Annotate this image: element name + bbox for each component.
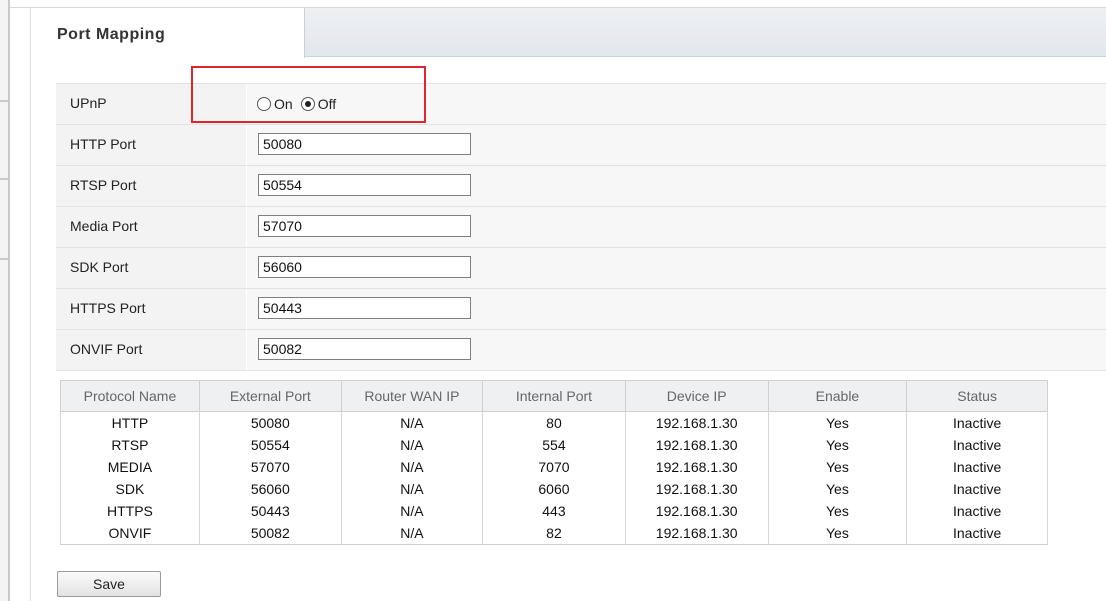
column-header: External Port [198, 380, 342, 412]
sdk-port-input[interactable] [258, 256, 471, 278]
left-tick [0, 258, 8, 260]
column-header: Protocol Name [60, 380, 200, 412]
table-cell: HTTP [60, 411, 200, 434]
table-row: MEDIA 57070 N/A 7070 192.168.1.30 Yes In… [60, 456, 1048, 478]
table-cell: N/A [340, 522, 484, 545]
table-cell: 50443 [198, 500, 342, 522]
table-cell: Yes [767, 434, 908, 456]
table-cell: 192.168.1.30 [624, 434, 769, 456]
column-header: Status [906, 380, 1048, 412]
table-cell: RTSP [60, 434, 200, 456]
port-label-cell: RTSP Port [56, 166, 246, 206]
onvif-port-row: ONVIF Port [56, 329, 1106, 371]
https-port-row: HTTPS Port [56, 288, 1106, 329]
port-value-cell [247, 166, 1106, 206]
table-cell: 192.168.1.30 [624, 500, 769, 522]
table-cell: Yes [767, 522, 908, 545]
table-cell: Yes [767, 478, 908, 500]
port-mapping-table: Protocol Name External Port Router WAN I… [60, 380, 1048, 545]
port-label-cell: ONVIF Port [56, 330, 246, 370]
port-value-cell [247, 125, 1106, 165]
port-value-cell [247, 330, 1106, 370]
port-value-cell [247, 207, 1106, 247]
tab-port-mapping[interactable]: Port Mapping [30, 8, 305, 58]
table-header-row: Protocol Name External Port Router WAN I… [60, 380, 1048, 412]
table-cell: ONVIF [60, 522, 200, 545]
table-cell: 50082 [198, 522, 342, 545]
table-cell: N/A [340, 478, 484, 500]
table-cell: HTTPS [60, 500, 200, 522]
rtsp-port-input[interactable] [258, 174, 471, 196]
upnp-label: UPnP [70, 95, 107, 111]
onvif-port-input[interactable] [258, 338, 471, 360]
rtsp-port-label: RTSP Port [70, 177, 137, 193]
table-row: RTSP 50554 N/A 554 192.168.1.30 Yes Inac… [60, 434, 1048, 456]
rtsp-port-row: RTSP Port [56, 165, 1106, 206]
table-cell: Inactive [906, 478, 1048, 500]
left-tick [0, 100, 8, 102]
table-cell: Inactive [906, 500, 1048, 522]
port-label-cell: HTTP Port [56, 125, 246, 165]
http-port-input[interactable] [258, 133, 471, 155]
https-port-input[interactable] [258, 297, 471, 319]
media-port-input[interactable] [258, 215, 471, 237]
column-header: Internal Port [482, 380, 626, 412]
table-row: HTTPS 50443 N/A 443 192.168.1.30 Yes Ina… [60, 500, 1048, 522]
table-cell: 6060 [482, 478, 626, 500]
column-header: Enable [767, 380, 908, 412]
column-header: Device IP [624, 380, 769, 412]
table-cell: N/A [340, 500, 484, 522]
table-cell: 554 [482, 434, 626, 456]
table-cell: 56060 [198, 478, 342, 500]
table-cell: Inactive [906, 434, 1048, 456]
media-port-row: Media Port [56, 206, 1106, 247]
table-cell: Yes [767, 456, 908, 478]
table-cell: SDK [60, 478, 200, 500]
table-cell: MEDIA [60, 456, 200, 478]
table-cell: 192.168.1.30 [624, 456, 769, 478]
table-row: ONVIF 50082 N/A 82 192.168.1.30 Yes Inac… [60, 522, 1048, 545]
table-cell: 57070 [198, 456, 342, 478]
left-tick [0, 178, 8, 180]
tab-label: Port Mapping [57, 26, 166, 43]
table-cell: 50080 [198, 411, 342, 434]
table-cell: Yes [767, 500, 908, 522]
table-cell: 192.168.1.30 [624, 522, 769, 545]
table-cell: Inactive [906, 411, 1048, 434]
table-cell: N/A [340, 411, 484, 434]
table-cell: 192.168.1.30 [624, 478, 769, 500]
http-port-row: HTTP Port [56, 124, 1106, 165]
http-port-label: HTTP Port [70, 136, 136, 152]
onvif-port-label: ONVIF Port [70, 341, 143, 357]
table-cell: N/A [340, 456, 484, 478]
table-cell: Inactive [906, 522, 1048, 545]
table-cell: 7070 [482, 456, 626, 478]
table-cell: 443 [482, 500, 626, 522]
upnp-highlight-box [191, 66, 426, 123]
port-label-cell: Media Port [56, 207, 246, 247]
https-port-label: HTTPS Port [70, 300, 146, 316]
port-value-cell [247, 289, 1106, 329]
table-cell: Yes [767, 411, 908, 434]
table-cell: 80 [482, 411, 626, 434]
sdk-port-row: SDK Port [56, 247, 1106, 288]
table-row: HTTP 50080 N/A 80 192.168.1.30 Yes Inact… [60, 411, 1048, 434]
media-port-label: Media Port [70, 218, 138, 234]
table-cell: Inactive [906, 456, 1048, 478]
sdk-port-label: SDK Port [70, 259, 129, 275]
left-divider [8, 0, 10, 601]
table-cell: 192.168.1.30 [624, 411, 769, 434]
port-label-cell: HTTPS Port [56, 289, 246, 329]
table-cell: 50554 [198, 434, 342, 456]
table-row: SDK 56060 N/A 6060 192.168.1.30 Yes Inac… [60, 478, 1048, 500]
save-button[interactable]: Save [57, 571, 161, 597]
column-header: Router WAN IP [340, 380, 484, 412]
table-cell: N/A [340, 434, 484, 456]
port-value-cell [247, 248, 1106, 288]
table-cell: 82 [482, 522, 626, 545]
port-label-cell: SDK Port [56, 248, 246, 288]
